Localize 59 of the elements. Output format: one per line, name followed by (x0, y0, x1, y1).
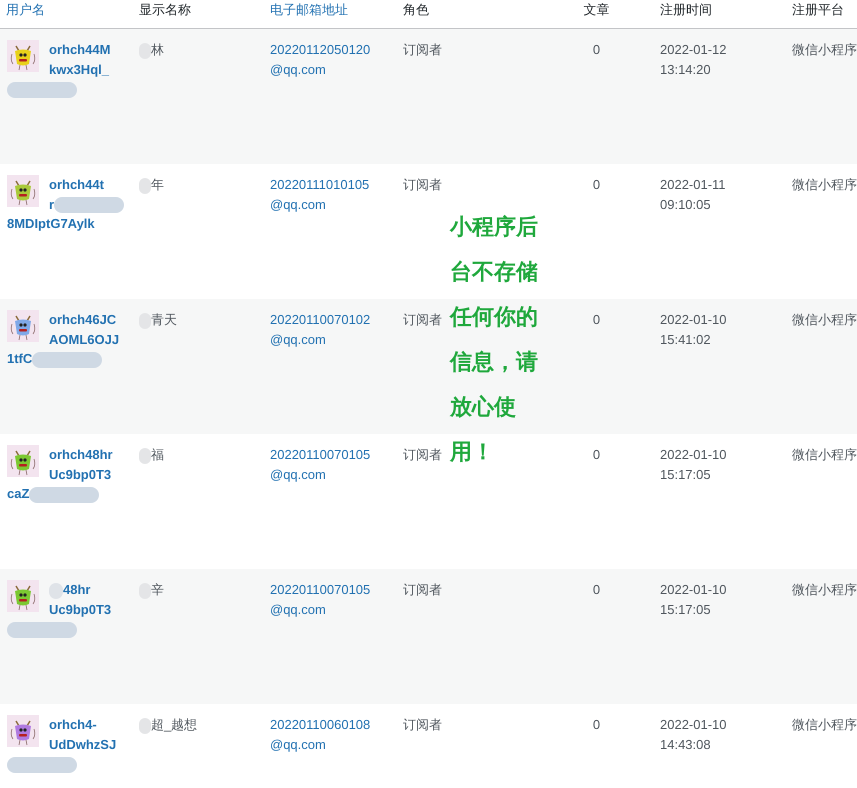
post-count: 0 (592, 177, 600, 192)
username-link[interactable]: UdDwhzSJ (49, 736, 116, 752)
platform-text: 微信小程序 (792, 312, 857, 327)
role-text: 订阅者 (403, 42, 442, 57)
role-text: 订阅者 (403, 717, 442, 732)
column-header: 角色 (403, 2, 429, 17)
redaction-blur (139, 178, 151, 194)
notice-text: 小程序后台不存储任何你的信息，请放心使用！ (450, 213, 539, 466)
registration-time: 2022-01-10 15:17:05 (660, 446, 728, 484)
display-name: 林 (151, 42, 164, 57)
display-name: 辛 (151, 582, 164, 597)
username-link[interactable]: r (49, 196, 54, 212)
role-text: 订阅者 (403, 582, 442, 597)
username-link[interactable]: AOML6OJJ (49, 332, 120, 346)
post-count: 0 (592, 42, 600, 57)
column-header: 文章 (584, 2, 610, 17)
username-link[interactable]: 1tfC (7, 351, 32, 366)
display-name: 青天 (151, 312, 177, 327)
registration-time: 2022-01-10 14:43:08 (660, 716, 728, 754)
username-link[interactable]: orhch4- (49, 717, 97, 732)
platform-text: 微信小程序 (792, 447, 857, 462)
platform-text: 微信小程序 (792, 717, 857, 732)
display-name: 年 (151, 177, 164, 192)
role-text: 订阅者 (403, 312, 442, 327)
platform-text: 微信小程序 (792, 582, 857, 597)
redaction-blur (139, 718, 151, 734)
registration-time: 2022-01-10 15:17:05 (660, 581, 728, 618)
username-link[interactable]: kwx3Hql_ (49, 62, 109, 76)
column-header[interactable]: 用户名 (6, 2, 45, 17)
username-link[interactable]: orhch44t (49, 177, 104, 192)
role-text: 订阅者 (403, 177, 442, 192)
username-link[interactable]: Uc9bp0T3 (49, 602, 112, 616)
post-count: 0 (592, 447, 600, 462)
username-link[interactable]: orhch48hr (49, 447, 113, 462)
platform-text: 微信小程序 (792, 42, 857, 57)
username-link[interactable]: caZ (7, 486, 30, 501)
email-link[interactable]: 20220110070105@qq.com (270, 445, 372, 484)
column-header: 显示名称 (139, 2, 191, 17)
platform-text: 微信小程序 (792, 177, 857, 192)
post-count: 0 (592, 717, 600, 732)
registration-time: 2022-01-10 15:41:02 (660, 311, 728, 348)
role-text: 订阅者 (403, 447, 442, 462)
email-link[interactable]: 20220111010105@qq.com (270, 175, 372, 214)
redaction-blur (139, 448, 151, 464)
post-count: 0 (592, 312, 600, 327)
username-link[interactable]: orhch44M (49, 42, 110, 57)
username-link[interactable]: 48hr (63, 582, 90, 597)
username-link[interactable]: 8MDIptG7Aylk (7, 216, 95, 231)
post-count: 0 (592, 582, 600, 597)
display-name: 福 (151, 447, 164, 462)
column-header: 注册平台 (792, 2, 844, 17)
username-link[interactable]: Uc9bp0T3 (49, 466, 112, 482)
column-header[interactable]: 电子邮箱地址 (270, 2, 348, 17)
column-header: 注册时间 (660, 2, 712, 17)
email-link[interactable]: 20220110060108@qq.com (270, 715, 372, 754)
registration-time: 2022-01-12 13:14:20 (660, 41, 728, 78)
registration-time: 2022-01-11 09:10:05 (660, 176, 727, 214)
display-name: 超_越想 (151, 717, 198, 732)
username-link[interactable]: orhch46JC (49, 312, 116, 327)
